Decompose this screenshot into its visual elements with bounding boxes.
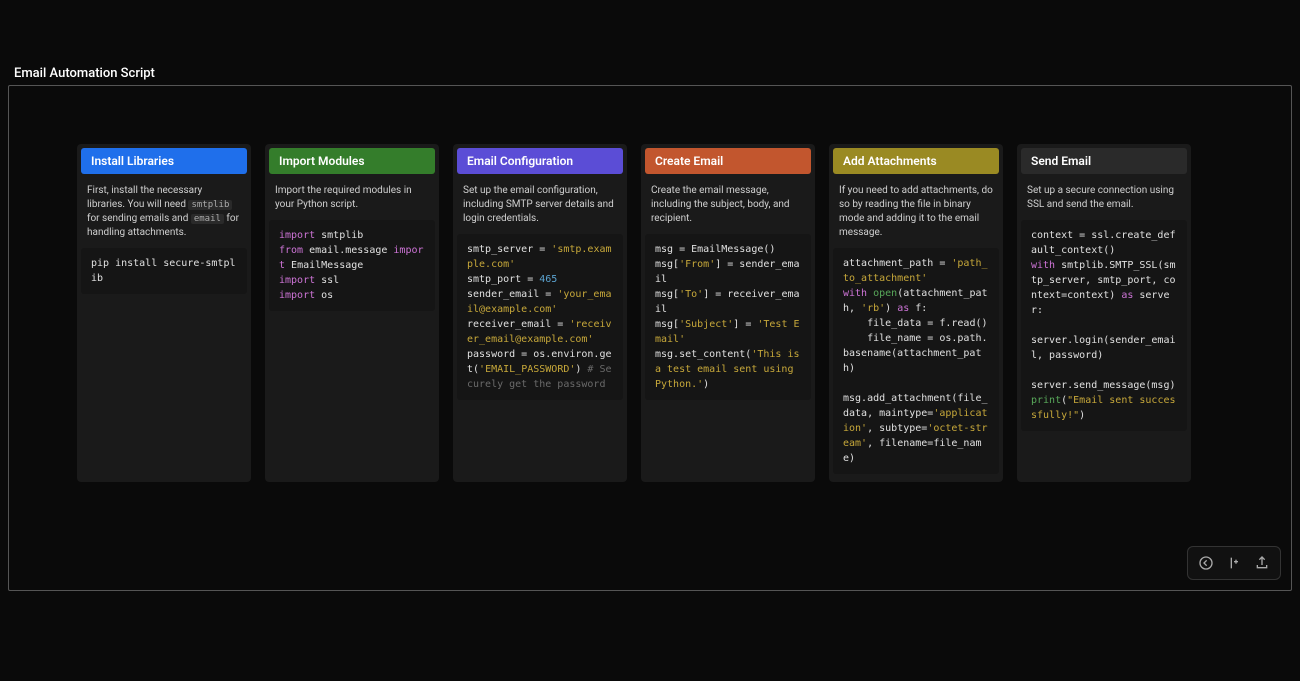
column-description: Set up a secure connection using SSL and…	[1017, 178, 1191, 220]
code-block[interactable]: pip install secure-smtplib	[81, 248, 247, 294]
column-description: If you need to add attachments, do so by…	[829, 178, 1003, 248]
code-block[interactable]: attachment_path = 'path_to_attachment' w…	[833, 248, 999, 474]
column-attach: Add Attachments If you need to add attach…	[829, 144, 1003, 482]
column-description: Create the email message, including the …	[641, 178, 815, 234]
share-button[interactable]	[1248, 551, 1276, 575]
column-description: First, install the necessary libraries. …	[77, 178, 251, 248]
column-header[interactable]: Install Libraries	[81, 148, 247, 174]
column-header[interactable]: Import Modules	[269, 148, 435, 174]
back-button[interactable]	[1192, 551, 1220, 575]
insert-button[interactable]	[1220, 551, 1248, 575]
code-block[interactable]: import smtplib from email.message import…	[269, 220, 435, 311]
columns-row: Install Libraries First, install the nece…	[9, 144, 1291, 482]
column-create: Create Email Create the email message, in…	[641, 144, 815, 482]
page-title: Email Automation Script	[0, 0, 1300, 85]
column-header[interactable]: Create Email	[645, 148, 811, 174]
column-send: Send Email Set up a secure connection usi…	[1017, 144, 1191, 482]
column-header[interactable]: Email Configuration	[457, 148, 623, 174]
board-container: Install Libraries First, install the nece…	[8, 85, 1292, 591]
column-description: Set up the email configuration, includin…	[453, 178, 627, 234]
column-description: Import the required modules in your Pyth…	[265, 178, 439, 220]
code-block[interactable]: msg = EmailMessage() msg['From'] = sende…	[645, 234, 811, 400]
column-config: Email Configuration Set up the email conf…	[453, 144, 627, 482]
column-import: Import Modules Import the required module…	[265, 144, 439, 482]
code-block[interactable]: context = ssl.create_default_context() w…	[1021, 220, 1187, 431]
column-install: Install Libraries First, install the nece…	[77, 144, 251, 482]
bottom-toolbar	[1187, 546, 1281, 580]
code-block[interactable]: smtp_server = 'smtp.example.com' smtp_po…	[457, 234, 623, 400]
column-header[interactable]: Send Email	[1021, 148, 1187, 174]
column-header[interactable]: Add Attachments	[833, 148, 999, 174]
